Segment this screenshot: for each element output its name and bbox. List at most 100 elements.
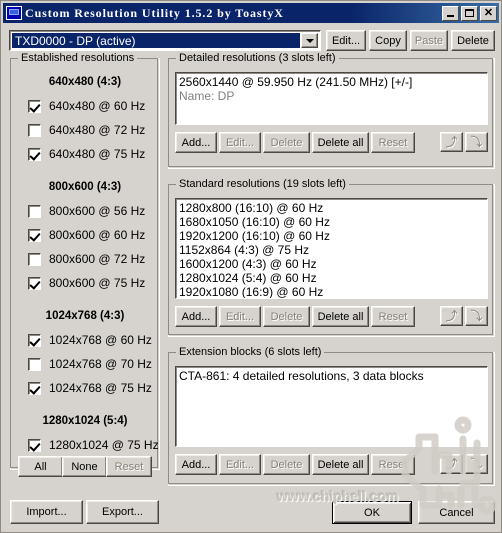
detailed-edit-button: Edit... <box>219 132 261 153</box>
checkbox-icon[interactable] <box>28 99 41 113</box>
list-item[interactable]: 1680x1050 (16:10) @ 60 Hz <box>179 215 484 229</box>
list-item[interactable]: 1280x800 (16:10) @ 60 Hz <box>179 201 484 215</box>
list-item[interactable]: Name: DP <box>179 89 484 103</box>
established-heading-1280x1024: 1280x1024 (5:4) <box>42 415 128 427</box>
detailed-move-down-button: ⤵ <box>465 132 488 152</box>
cru-window: Custom Resolution Utility 1.5.2 by Toast… <box>0 0 502 533</box>
established-item-label: 800x600 @ 75 Hz <box>49 276 146 290</box>
close-button[interactable]: ✕ <box>480 5 497 21</box>
extension-blocks-group: Extension blocks (6 slots left) CTA-861:… <box>168 346 495 486</box>
copy-button[interactable]: Copy <box>369 30 407 51</box>
established-item-640x480-75[interactable]: 640x480 @ 75 Hz <box>28 147 145 161</box>
checkbox-icon[interactable] <box>28 228 41 242</box>
cancel-button[interactable]: Cancel <box>418 501 495 524</box>
arrow-up-icon: ⤴ <box>445 457 458 471</box>
list-item[interactable]: 1280x1024 (5:4) @ 60 Hz <box>179 271 484 285</box>
title-bar[interactable]: Custom Resolution Utility 1.5.2 by Toast… <box>3 3 499 23</box>
arrow-down-icon: ⤵ <box>470 135 483 149</box>
list-item[interactable]: CTA-861: 4 detailed resolutions, 3 data … <box>179 369 484 383</box>
minimize-button[interactable] <box>442 5 459 21</box>
extension-move-up-button: ⤴ <box>440 454 463 474</box>
established-item-label: 640x480 @ 75 Hz <box>49 147 146 161</box>
checkbox-icon[interactable] <box>28 333 41 347</box>
arrow-down-icon: ⤵ <box>470 309 483 323</box>
established-item-640x480-60[interactable]: 640x480 @ 60 Hz <box>28 99 145 113</box>
list-item[interactable]: 1152x864 (4:3) @ 75 Hz <box>179 243 484 257</box>
import-button[interactable]: Import... <box>10 500 83 524</box>
established-reset-button: Reset <box>106 456 152 477</box>
standard-resolutions-group: Standard resolutions (19 slots left) 128… <box>168 178 495 337</box>
edit-profile-button[interactable]: Edit... <box>326 30 366 51</box>
delete-profile-button[interactable]: Delete <box>451 30 495 51</box>
established-item-640x480-72[interactable]: 640x480 @ 72 Hz <box>28 123 145 137</box>
maximize-icon <box>465 9 474 17</box>
checkbox-icon[interactable] <box>28 252 41 266</box>
standard-move-down-button: ⤵ <box>465 306 488 326</box>
established-item-1024x768-75[interactable]: 1024x768 @ 75 Hz <box>28 381 152 395</box>
extension-delete-button: Delete <box>263 454 310 475</box>
extension-edit-button: Edit... <box>219 454 261 475</box>
checkbox-icon[interactable] <box>28 381 41 395</box>
paste-button: Paste <box>410 30 448 51</box>
established-item-800x600-75[interactable]: 800x600 @ 75 Hz <box>28 276 145 290</box>
established-item-1024x768-60[interactable]: 1024x768 @ 60 Hz <box>28 333 152 347</box>
extension-blocks-title: Extension blocks (6 slots left) <box>176 346 325 358</box>
chevron-down-icon[interactable] <box>301 33 318 48</box>
established-resolutions-title: Established resolutions <box>18 52 138 64</box>
list-item[interactable]: 1920x1200 (16:10) @ 60 Hz <box>179 229 484 243</box>
arrow-up-icon: ⤴ <box>445 135 458 149</box>
standard-resolutions-list[interactable]: 1280x800 (16:10) @ 60 Hz 1680x1050 (16:1… <box>175 198 488 299</box>
extension-reset-button: Reset <box>371 454 415 475</box>
established-heading-640x480: 640x480 (4:3) <box>48 76 122 88</box>
established-all-button[interactable]: All <box>18 456 63 477</box>
checkbox-icon[interactable] <box>28 123 41 137</box>
standard-delete-button: Delete <box>263 306 310 327</box>
extension-add-button[interactable]: Add... <box>175 454 217 475</box>
list-item[interactable]: 2560x1440 @ 59.950 Hz (241.50 MHz) [+/-] <box>179 75 484 89</box>
established-heading-1024x768: 1024x768 (4:3) <box>45 310 125 322</box>
checkbox-icon[interactable] <box>28 147 41 161</box>
detailed-resolutions-group: Detailed resolutions (3 slots left) 2560… <box>168 52 495 169</box>
maximize-button[interactable] <box>461 5 478 21</box>
established-item-800x600-56[interactable]: 800x600 @ 56 Hz <box>28 204 145 218</box>
standard-delete-all-button[interactable]: Delete all <box>312 306 369 327</box>
standard-edit-button: Edit... <box>219 306 261 327</box>
standard-resolutions-title: Standard resolutions (19 slots left) <box>176 178 349 190</box>
checkbox-icon[interactable] <box>28 438 41 452</box>
established-item-label: 800x600 @ 56 Hz <box>49 204 146 218</box>
extension-move-down-button: ⤵ <box>465 454 488 474</box>
standard-reset-button: Reset <box>371 306 415 327</box>
standard-add-button[interactable]: Add... <box>175 306 217 327</box>
display-selector-combo[interactable]: TXD0000 - DP (active) <box>9 30 321 51</box>
extension-delete-all-button[interactable]: Delete all <box>312 454 369 475</box>
checkbox-icon[interactable] <box>28 276 41 290</box>
list-item[interactable]: 1920x1080 (16:9) @ 60 Hz <box>179 285 484 298</box>
established-item-1024x768-70[interactable]: 1024x768 @ 70 Hz <box>28 357 152 371</box>
detailed-add-button[interactable]: Add... <box>175 132 217 153</box>
standard-move-up-button: ⤴ <box>440 306 463 326</box>
detailed-delete-button: Delete <box>263 132 310 153</box>
established-resolutions-group: Established resolutions 640x480 (4:3) 64… <box>10 52 160 477</box>
export-button[interactable]: Export... <box>86 500 159 524</box>
detailed-reset-button: Reset <box>371 132 415 153</box>
established-item-label: 640x480 @ 60 Hz <box>49 99 146 113</box>
established-heading-800x600: 800x600 (4:3) <box>48 181 122 193</box>
window-title: Custom Resolution Utility 1.5.2 by Toast… <box>25 5 284 20</box>
established-item-label: 1024x768 @ 70 Hz <box>49 357 152 371</box>
established-none-button[interactable]: None <box>62 456 107 477</box>
detailed-resolutions-list[interactable]: 2560x1440 @ 59.950 Hz (241.50 MHz) [+/-]… <box>175 72 488 125</box>
extension-blocks-list[interactable]: CTA-861: 4 detailed resolutions, 3 data … <box>175 366 488 447</box>
detailed-delete-all-button[interactable]: Delete all <box>312 132 369 153</box>
minimize-icon <box>447 15 454 17</box>
established-item-1280x1024-75[interactable]: 1280x1024 @ 75 Hz <box>28 438 159 452</box>
ok-button[interactable]: OK <box>332 501 412 524</box>
monitor-icon <box>6 6 22 20</box>
checkbox-icon[interactable] <box>28 357 41 371</box>
arrow-up-icon: ⤴ <box>445 309 458 323</box>
established-item-label: 1024x768 @ 60 Hz <box>49 333 152 347</box>
established-item-800x600-72[interactable]: 800x600 @ 72 Hz <box>28 252 145 266</box>
list-item[interactable]: 1600x1200 (4:3) @ 60 Hz <box>179 257 484 271</box>
established-item-label: 1024x768 @ 75 Hz <box>49 381 152 395</box>
established-item-800x600-60[interactable]: 800x600 @ 60 Hz <box>28 228 145 242</box>
checkbox-icon[interactable] <box>28 204 41 218</box>
